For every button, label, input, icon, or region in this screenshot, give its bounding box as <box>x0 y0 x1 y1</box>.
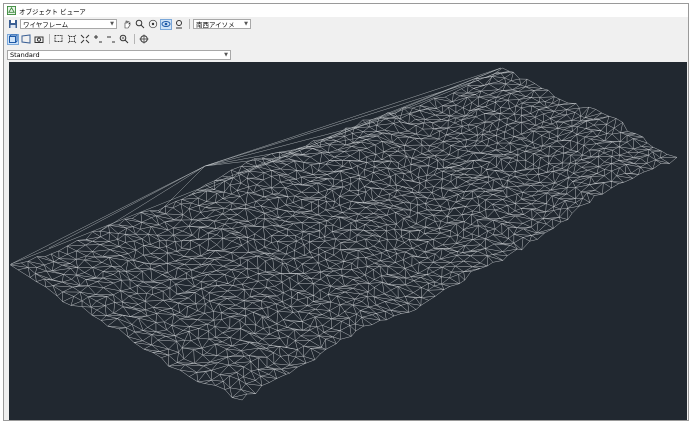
zoom-in-icon <box>94 35 102 43</box>
zoom-button[interactable] <box>134 19 146 30</box>
crosshair-icon <box>139 34 149 44</box>
object-viewer-window: オブジェクト ビューア ワイヤフレーム ▼ 南西アイソメ ▼ Standard … <box>3 3 689 421</box>
zoom-window-icon <box>54 35 63 42</box>
orbit-icon <box>148 19 158 29</box>
zoom-all-icon <box>80 34 90 44</box>
zoom-window-button[interactable] <box>53 34 65 45</box>
perspective-projection-icon <box>21 34 31 44</box>
save-button[interactable] <box>7 19 19 30</box>
3d-viewport[interactable] <box>9 62 687 420</box>
view-preset-value: Standard <box>10 51 40 59</box>
camera-icon <box>34 36 44 43</box>
view-preset-dropdown[interactable]: Standard ▼ <box>7 50 231 60</box>
title-bar: オブジェクト ビューア <box>4 4 688 17</box>
free-orbit-button[interactable] <box>160 18 172 30</box>
zoom-extents-button[interactable] <box>66 34 78 45</box>
zoom-in-button[interactable] <box>92 34 104 45</box>
save-icon <box>9 20 17 28</box>
toolbar-row-1: ワイヤフレーム ▼ 南西アイソメ ▼ <box>4 17 688 31</box>
object-viewer-icon <box>7 6 16 15</box>
parallel-projection-button[interactable] <box>7 33 19 45</box>
mesh-edges <box>10 67 678 401</box>
pan-hand-icon <box>124 20 131 29</box>
toolbar-row-3: Standard ▼ <box>4 48 688 62</box>
toolbar-separator <box>189 19 190 29</box>
mesh-triangles <box>10 67 678 401</box>
zoom-out-icon <box>107 36 115 43</box>
view-direction-value: 南西アイソメ <box>196 21 235 29</box>
zoom-extents-icon <box>67 34 77 44</box>
continuous-orbit-button[interactable] <box>173 19 185 30</box>
perspective-projection-button[interactable] <box>20 34 32 45</box>
zoom-out-button[interactable] <box>105 34 117 45</box>
ucs-icon-button[interactable] <box>138 34 150 45</box>
zoom-icon <box>135 19 145 29</box>
terrain-wireframe-mesh <box>10 67 678 401</box>
toolbar-separator <box>49 34 50 44</box>
toolbar-row-2 <box>4 32 688 46</box>
orbit-button[interactable] <box>147 19 159 30</box>
chevron-down-icon: ▼ <box>110 21 114 27</box>
free-orbit-icon <box>161 21 171 27</box>
toolbar-separator <box>134 34 135 44</box>
zoom-all-button[interactable] <box>79 34 91 45</box>
chevron-down-icon: ▼ <box>224 52 228 58</box>
visual-style-value: ワイヤフレーム <box>23 21 69 29</box>
continuous-orbit-icon <box>176 20 182 29</box>
visual-style-dropdown[interactable]: ワイヤフレーム ▼ <box>20 19 117 29</box>
window-title: オブジェクト ビューア <box>19 7 86 16</box>
parallel-projection-icon <box>9 34 18 43</box>
zoom-realtime-button[interactable] <box>118 34 130 45</box>
chevron-down-icon: ▼ <box>244 21 248 27</box>
camera-button[interactable] <box>33 34 45 45</box>
pan-button[interactable] <box>121 19 133 30</box>
zoom-realtime-icon <box>119 34 129 44</box>
view-direction-dropdown[interactable]: 南西アイソメ ▼ <box>193 19 251 29</box>
